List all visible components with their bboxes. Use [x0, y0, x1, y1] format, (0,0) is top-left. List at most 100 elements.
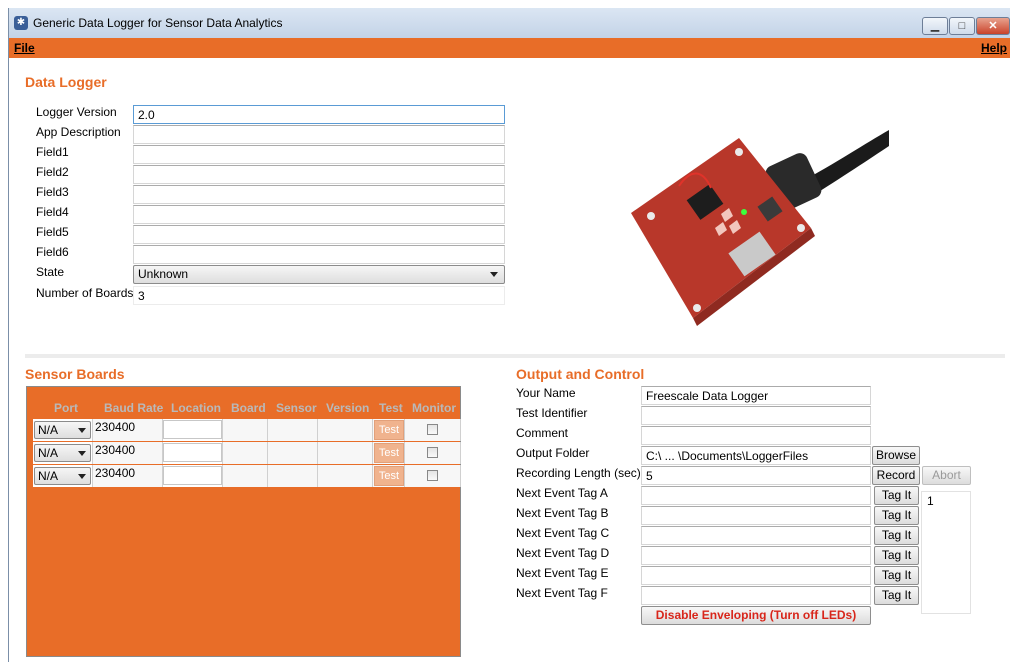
output-folder-label: Output Folder	[516, 446, 590, 460]
tag-c-button[interactable]: Tag It	[874, 526, 919, 545]
col-location: Location	[171, 401, 221, 415]
number-of-boards-label: Number of Boards	[36, 286, 134, 300]
chevron-down-icon	[78, 474, 86, 479]
baud-rate-value: 230400	[95, 466, 136, 480]
field5-input[interactable]	[133, 225, 505, 244]
field1-label: Field1	[36, 145, 69, 159]
tag-b-button[interactable]: Tag It	[874, 506, 919, 525]
col-baud-rate: Baud Rate	[104, 401, 164, 415]
record-button[interactable]: Record	[872, 466, 920, 485]
app-description-label: App Description	[36, 125, 121, 139]
comment-label: Comment	[516, 426, 569, 440]
tag-a-input[interactable]	[641, 486, 871, 505]
col-version: Version	[326, 401, 370, 415]
tag-count-list: 1	[921, 491, 971, 614]
baud-rate-value: 230400	[95, 443, 136, 457]
field4-label: Field4	[36, 205, 69, 219]
field2-label: Field2	[36, 165, 69, 179]
port-select[interactable]: N/A	[34, 421, 91, 439]
tag-d-input[interactable]	[641, 546, 871, 565]
recording-length-input[interactable]: 5	[641, 466, 871, 485]
logger-version-input[interactable]: 2.0	[133, 105, 505, 124]
location-input[interactable]	[163, 466, 222, 485]
recording-length-label: Recording Length (sec)	[516, 466, 641, 480]
field4-input[interactable]	[133, 205, 505, 224]
menu-file[interactable]: File	[14, 41, 35, 55]
port-select[interactable]: N/A	[34, 467, 91, 485]
sensor-board-image	[631, 130, 889, 326]
chevron-down-icon	[78, 428, 86, 433]
test-button[interactable]: Test	[374, 443, 404, 463]
tag-c-input[interactable]	[641, 526, 871, 545]
browse-button[interactable]: Browse	[872, 446, 920, 465]
field6-label: Field6	[36, 245, 69, 259]
col-sensor: Sensor	[276, 401, 317, 415]
test-identifier-label: Test Identifier	[516, 406, 588, 420]
tag-d-button[interactable]: Tag It	[874, 546, 919, 565]
test-button[interactable]: Test	[374, 420, 404, 440]
table-row: N/A 230400 Test	[33, 442, 461, 464]
location-input[interactable]	[163, 420, 222, 439]
maximize-button[interactable]: □	[949, 17, 975, 35]
tag-f-button[interactable]: Tag It	[874, 586, 919, 605]
your-name-label: Your Name	[516, 386, 576, 400]
monitor-checkbox[interactable]	[427, 447, 438, 458]
output-control-title: Output and Control	[516, 366, 645, 382]
sensor-boards-grid: Port Baud Rate Location Board Sensor Ver…	[26, 386, 461, 657]
chevron-down-icon	[490, 272, 498, 277]
tag-a-button[interactable]: Tag It	[874, 486, 919, 505]
chevron-down-icon	[78, 451, 86, 456]
abort-button[interactable]: Abort	[922, 466, 971, 485]
table-row: N/A 230400 Test	[33, 419, 461, 441]
comment-input[interactable]	[641, 426, 871, 445]
section-separator	[25, 354, 1005, 358]
field1-input[interactable]	[133, 145, 505, 164]
logger-version-label: Logger Version	[36, 105, 117, 119]
close-button[interactable]: ✕	[976, 17, 1010, 35]
tag-b-input[interactable]	[641, 506, 871, 525]
app-window: ✱ Generic Data Logger for Sensor Data An…	[8, 8, 1010, 662]
state-select[interactable]: Unknown	[133, 265, 505, 284]
field6-input[interactable]	[133, 245, 505, 264]
col-board: Board	[231, 401, 266, 415]
window-title: Generic Data Logger for Sensor Data Anal…	[33, 16, 283, 30]
col-monitor: Monitor	[412, 401, 456, 415]
app-icon: ✱	[14, 16, 28, 30]
tag-a-label: Next Event Tag A	[516, 486, 608, 500]
col-test: Test	[379, 401, 403, 415]
table-row: N/A 230400 Test	[33, 465, 461, 487]
title-bar: ✱ Generic Data Logger for Sensor Data An…	[9, 8, 1010, 38]
field5-label: Field5	[36, 225, 69, 239]
tag-f-input[interactable]	[641, 586, 871, 605]
field2-input[interactable]	[133, 165, 505, 184]
tag-b-label: Next Event Tag B	[516, 506, 609, 520]
tag-f-label: Next Event Tag F	[516, 586, 608, 600]
test-button[interactable]: Test	[374, 466, 404, 486]
menu-bar: File Help	[9, 38, 1010, 58]
tag-d-label: Next Event Tag D	[516, 546, 610, 560]
your-name-input[interactable]: Freescale Data Logger	[641, 386, 871, 405]
sensor-boards-title: Sensor Boards	[25, 366, 125, 382]
number-of-boards-value: 3	[133, 286, 505, 305]
state-label: State	[36, 265, 65, 279]
tag-e-input[interactable]	[641, 566, 871, 585]
state-value: Unknown	[138, 267, 189, 281]
tag-c-label: Next Event Tag C	[516, 526, 610, 540]
field3-label: Field3	[36, 185, 69, 199]
output-folder-input[interactable]: C:\ ... \Documents\LoggerFiles	[641, 446, 871, 465]
col-port: Port	[54, 401, 78, 415]
menu-help[interactable]: Help	[981, 41, 1007, 55]
tag-e-button[interactable]: Tag It	[874, 566, 919, 585]
minimize-button[interactable]: ▁	[922, 17, 948, 35]
monitor-checkbox[interactable]	[427, 470, 438, 481]
disable-enveloping-button[interactable]: Disable Enveloping (Turn off LEDs)	[641, 606, 871, 625]
tag-e-label: Next Event Tag E	[516, 566, 609, 580]
field3-input[interactable]	[133, 185, 505, 204]
test-identifier-input[interactable]	[641, 406, 871, 425]
location-input[interactable]	[163, 443, 222, 462]
app-description-input[interactable]	[133, 125, 505, 144]
baud-rate-value: 230400	[95, 420, 136, 434]
port-select[interactable]: N/A	[34, 444, 91, 462]
data-logger-title: Data Logger	[25, 74, 107, 90]
monitor-checkbox[interactable]	[427, 424, 438, 435]
